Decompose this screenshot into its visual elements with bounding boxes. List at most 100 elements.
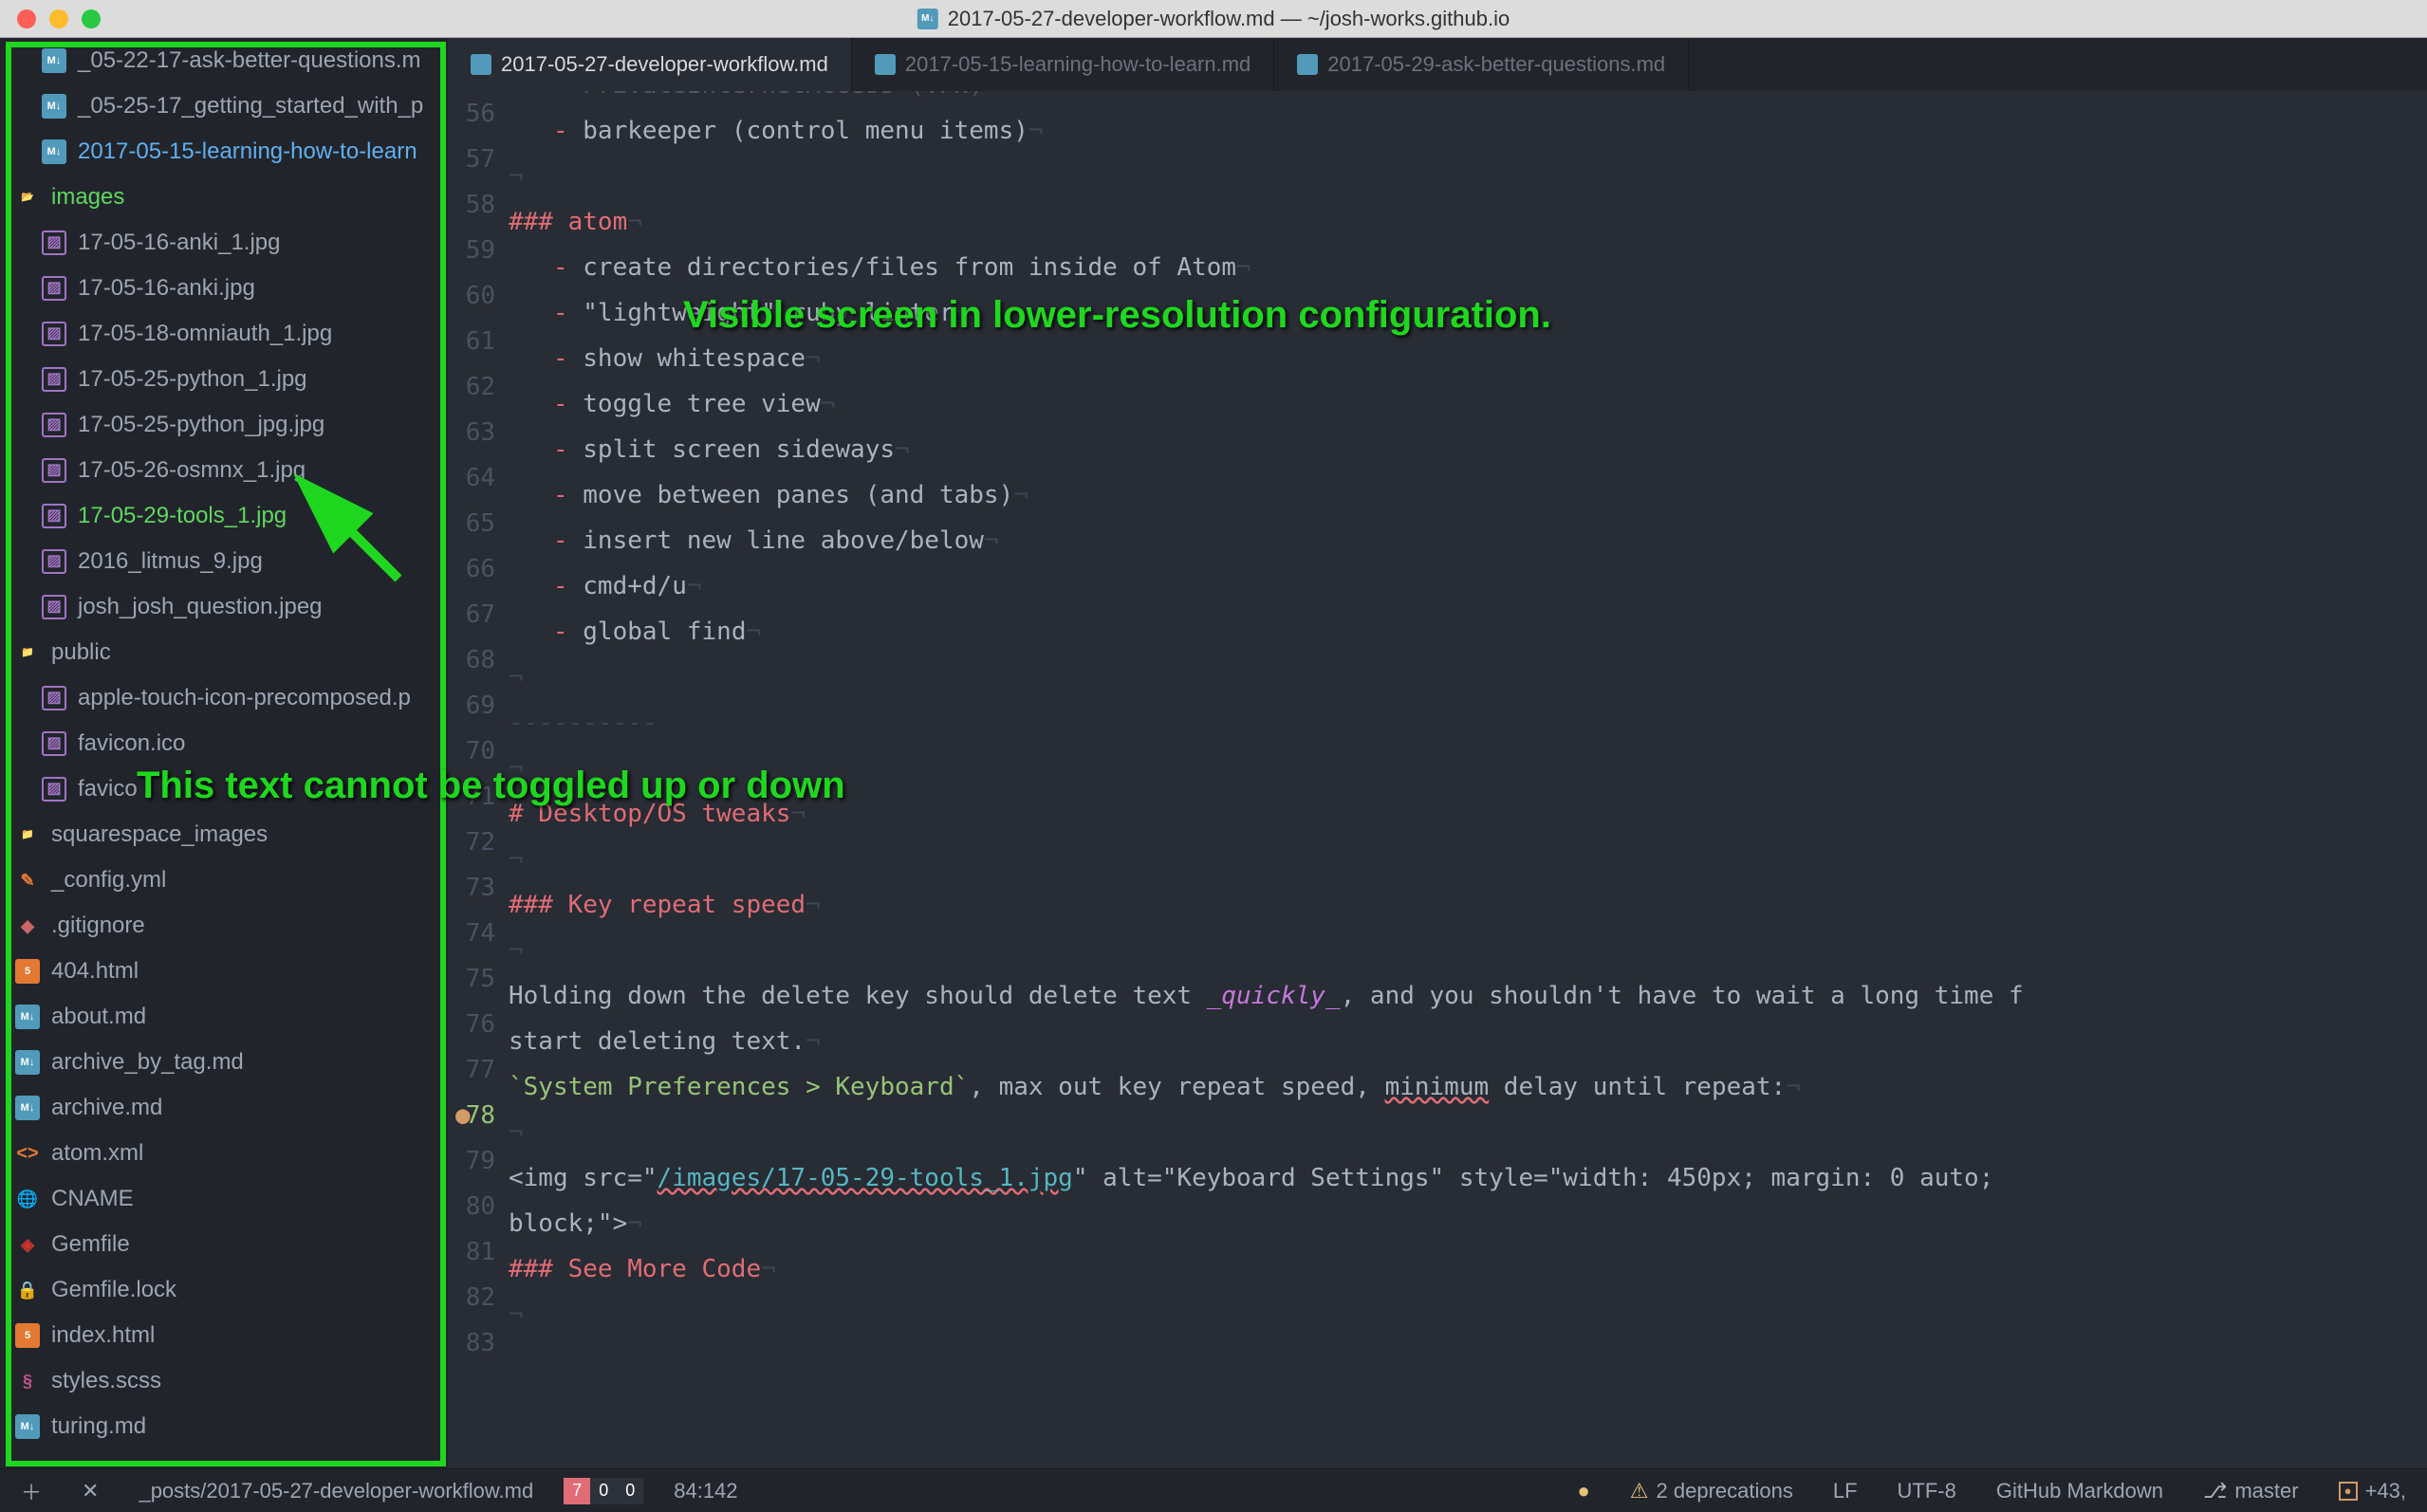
tree-item[interactable]: M↓_05-25-17_getting_started_with_p (0, 83, 448, 129)
tree-item[interactable]: M↓_05-22-17-ask-better-questions.m (0, 38, 448, 83)
git-diff-stat[interactable]: ●+43, (2329, 1477, 2416, 1505)
tree-item[interactable]: ◆.gitignore (0, 903, 448, 949)
line-number[interactable]: 69 (448, 683, 495, 728)
tree-item[interactable]: 📂images (0, 175, 448, 220)
tree-item[interactable]: ▨josh_josh_question.jpeg (0, 584, 448, 630)
line-number[interactable]: 68 (448, 637, 495, 683)
line-number-gutter[interactable]: 5657585960616263646566676869707172737475… (448, 91, 509, 1468)
close-window-button[interactable] (17, 9, 36, 28)
code-area[interactable]: - PrivateInternetAccess (VPN) - barkeepe… (509, 91, 2427, 1468)
code-line[interactable]: - show whitespace¬ (509, 336, 2427, 381)
tree-item[interactable]: 📁public (0, 630, 448, 675)
line-number[interactable]: 77 (448, 1047, 495, 1093)
code-line[interactable]: <img src="/images/17-05-29-tools_1.jpg" … (509, 1155, 2427, 1201)
deprecations[interactable]: ⚠2 deprecations (1621, 1477, 1803, 1505)
tree-item[interactable]: M↓archive.md (0, 1085, 448, 1131)
line-number[interactable]: 80 (448, 1184, 495, 1229)
code-line[interactable]: ¬ (509, 746, 2427, 791)
code-line[interactable]: ### Key repeat speed¬ (509, 882, 2427, 928)
code-line[interactable]: - PrivateInternetAccess (VPN) (509, 91, 2427, 108)
line-number[interactable]: 60 (448, 273, 495, 319)
code-line[interactable]: - cmd+d/u¬ (509, 563, 2427, 609)
line-number[interactable]: 74 (448, 911, 495, 956)
code-line[interactable]: `System Preferences > Keyboard`, max out… (509, 1064, 2427, 1110)
tree-item[interactable]: ✎_config.yml (0, 857, 448, 903)
code-line[interactable]: - barkeeper (control menu items)¬ (509, 108, 2427, 154)
tree-item[interactable]: M↓archive_by_tag.md (0, 1040, 448, 1085)
line-number[interactable]: 59 (448, 228, 495, 273)
tree-item[interactable]: ▨favico (0, 766, 448, 812)
line-number[interactable]: 56 (448, 91, 495, 137)
tree-item[interactable]: <>atom.xml (0, 1131, 448, 1176)
line-number[interactable]: 81 (448, 1229, 495, 1275)
code-line[interactable]: - "lightweight" ruby linter¬ (509, 290, 2427, 336)
tree-item[interactable]: ▨17-05-25-python_jpg.jpg (0, 402, 448, 448)
tree-item[interactable]: ▨17-05-16-anki.jpg (0, 266, 448, 311)
file-path[interactable]: _posts/2017-05-27-developer-workflow.md (129, 1477, 543, 1505)
tree-item[interactable]: ▨17-05-25-python_1.jpg (0, 357, 448, 402)
new-file-button[interactable]: ＋ (11, 1474, 51, 1508)
code-line[interactable]: - global find¬ (509, 609, 2427, 655)
line-number[interactable]: 78 (448, 1093, 495, 1138)
line-number[interactable]: 65 (448, 501, 495, 546)
tree-item[interactable]: M↓2017-05-15-learning-how-to-learn (0, 129, 448, 175)
line-ending[interactable]: LF (1824, 1477, 1867, 1505)
tree-item[interactable]: 5index.html (0, 1313, 448, 1358)
code-line[interactable]: ¬ (509, 837, 2427, 882)
line-number[interactable]: 79 (448, 1138, 495, 1184)
code-line[interactable]: # Desktop/OS tweaks¬ (509, 791, 2427, 837)
tree-item[interactable]: M↓turing.md (0, 1404, 448, 1449)
tree-item[interactable]: 5404.html (0, 949, 448, 994)
code-line[interactable]: - insert new line above/below¬ (509, 518, 2427, 563)
tree-item[interactable]: 📁squarespace_images (0, 812, 448, 857)
minimize-window-button[interactable] (49, 9, 68, 28)
code-line[interactable]: Holding down the delete key should delet… (509, 973, 2427, 1019)
line-number[interactable]: 64 (448, 455, 495, 501)
code-line[interactable]: - move between panes (and tabs)¬ (509, 472, 2427, 518)
code-line[interactable]: ### See More Code¬ (509, 1246, 2427, 1292)
code-line[interactable]: ¬ (509, 928, 2427, 973)
line-number[interactable]: 66 (448, 546, 495, 592)
code-line[interactable]: ### atom¬ (509, 199, 2427, 245)
line-number[interactable]: 61 (448, 319, 495, 364)
line-number[interactable]: 67 (448, 592, 495, 637)
line-number[interactable]: 73 (448, 865, 495, 911)
code-line[interactable]: ¬ (509, 655, 2427, 700)
code-line[interactable]: - create directories/files from inside o… (509, 245, 2427, 290)
linter-counts[interactable]: 7 0 0 (564, 1478, 643, 1504)
line-number[interactable]: 57 (448, 137, 495, 182)
code-line[interactable]: - split screen sideways¬ (509, 427, 2427, 472)
tree-item[interactable]: ▨17-05-18-omniauth_1.jpg (0, 311, 448, 357)
grammar[interactable]: GitHub Markdown (1987, 1477, 2173, 1505)
file-tree[interactable]: M↓_05-22-17-ask-better-questions.mM↓_05-… (0, 38, 448, 1468)
tree-item[interactable]: ◈Gemfile (0, 1222, 448, 1267)
line-number[interactable]: 75 (448, 956, 495, 1002)
tab[interactable]: 2017-05-29-ask-better-questions.md (1274, 38, 1689, 91)
line-number[interactable]: 63 (448, 410, 495, 455)
line-number[interactable]: 70 (448, 728, 495, 774)
git-branch[interactable]: ⎇master (2194, 1477, 2308, 1505)
tree-item[interactable]: ▨2016_litmus_9.jpg (0, 539, 448, 584)
line-number[interactable]: 76 (448, 1002, 495, 1047)
line-number[interactable]: 71 (448, 774, 495, 820)
fetch-indicator[interactable]: ● (1568, 1477, 1600, 1505)
tree-item[interactable]: M↓about.md (0, 994, 448, 1040)
code-line[interactable]: start deleting text.¬ (509, 1019, 2427, 1064)
close-file-button[interactable]: ✕ (72, 1477, 108, 1505)
tree-item[interactable]: ▨apple-touch-icon-precomposed.p (0, 675, 448, 721)
maximize-window-button[interactable] (82, 9, 101, 28)
code-line[interactable]: - toggle tree view¬ (509, 381, 2427, 427)
text-editor[interactable]: 5657585960616263646566676869707172737475… (448, 91, 2427, 1468)
code-line[interactable]: ¬ (509, 1292, 2427, 1337)
line-number[interactable]: 82 (448, 1275, 495, 1320)
tab[interactable]: 2017-05-15-learning-how-to-learn.md (852, 38, 1274, 91)
tree-item[interactable]: ▨17-05-16-anki_1.jpg (0, 220, 448, 266)
tree-item[interactable]: §styles.scss (0, 1358, 448, 1404)
code-line[interactable]: ---------- (509, 700, 2427, 746)
code-line[interactable]: ¬ (509, 1110, 2427, 1155)
tab[interactable]: 2017-05-27-developer-workflow.md (448, 38, 852, 91)
line-number[interactable]: 72 (448, 820, 495, 865)
line-number[interactable]: 62 (448, 364, 495, 410)
code-line[interactable]: ¬ (509, 154, 2427, 199)
tree-item[interactable]: ▨17-05-26-osmnx_1.jpg (0, 448, 448, 493)
